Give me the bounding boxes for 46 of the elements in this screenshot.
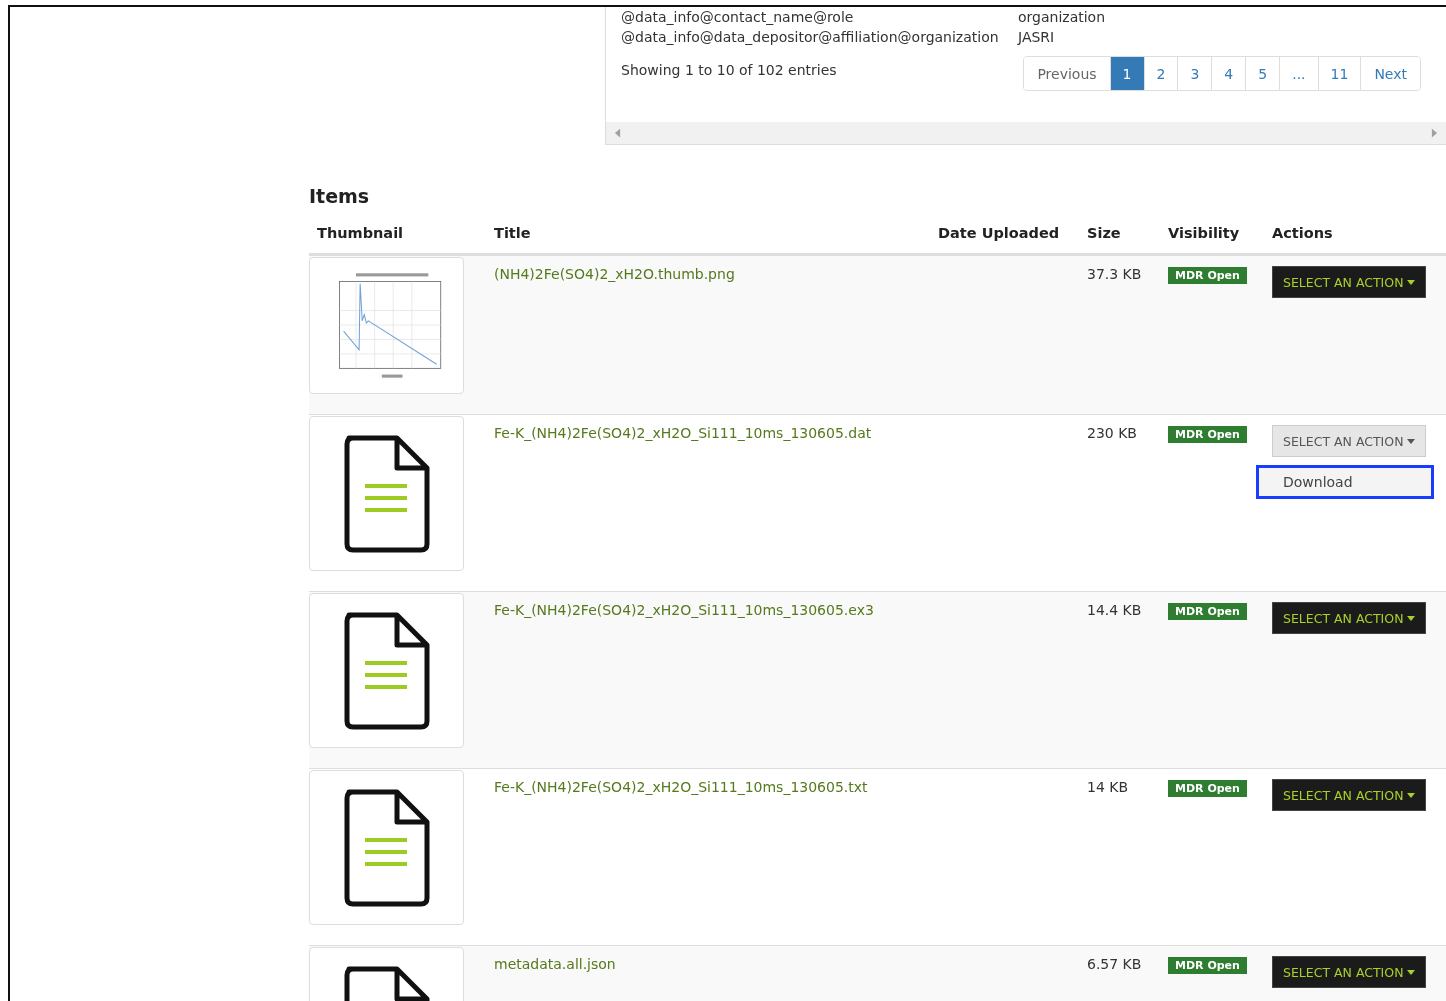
column-header: Date Uploaded: [937, 224, 1061, 243]
thumbnail[interactable]: [309, 593, 464, 748]
file-link[interactable]: (NH4)2Fe(SO4)2_xH2O.thumb.png: [494, 266, 735, 282]
metadata-value: organization: [1018, 8, 1107, 27]
file-link[interactable]: Fe-K_(NH4)2Fe(SO4)2_xH2O_Si111_10ms_130605.txt: [494, 779, 868, 795]
entries-info: Showing 1 to 10 of 102 entries: [621, 62, 837, 78]
metadata-value: JASRI: [1018, 28, 1056, 47]
caret-icon: [1407, 792, 1416, 798]
file-size: 230 KB: [1087, 425, 1137, 441]
action-dropdown[interactable]: SELECT AN ACTION: [1272, 956, 1427, 988]
action-dropdown[interactable]: SELECT AN ACTION: [1272, 425, 1427, 457]
file-link[interactable]: metadata.all.json: [494, 956, 616, 972]
caret-icon: [1407, 279, 1416, 285]
action-dropdown[interactable]: SELECT AN ACTION: [1272, 266, 1427, 298]
visibility-badge: MDR Open: [1168, 426, 1247, 443]
file-size: 37.3 KB: [1087, 266, 1142, 282]
column-header: Thumbnail: [316, 224, 405, 243]
document-icon: [342, 787, 431, 908]
thumbnail[interactable]: [309, 416, 464, 571]
metadata-key: @data_info@contact_name@role: [621, 7, 1018, 27]
pagination-button[interactable]: 1: [1109, 57, 1144, 90]
column-header: Title: [493, 224, 532, 243]
column-header: Size: [1086, 224, 1122, 243]
file-link[interactable]: Fe-K_(NH4)2Fe(SO4)2_xH2O_Si111_10ms_130605.ex3: [494, 602, 874, 618]
document-icon: [342, 610, 431, 731]
action-dropdown[interactable]: SELECT AN ACTION: [1272, 602, 1427, 634]
pagination-button[interactable]: Next: [1360, 57, 1420, 90]
column-header: Actions: [1271, 224, 1334, 243]
file-size: 6.57 KB: [1087, 956, 1142, 972]
visibility-badge: MDR Open: [1168, 267, 1247, 284]
metadata-key: @data_info@data_depositor@affiliation@organization: [621, 27, 1018, 47]
thumbnail[interactable]: [309, 257, 464, 394]
section-heading: Items: [309, 185, 371, 207]
column-header: Visibility: [1167, 224, 1241, 243]
file-link[interactable]: Fe-K_(NH4)2Fe(SO4)2_xH2O_Si111_10ms_130605.dat: [494, 425, 872, 441]
visibility-badge: MDR Open: [1168, 603, 1247, 620]
document-icon: [342, 433, 431, 554]
visibility-badge: MDR Open: [1168, 957, 1247, 974]
visibility-badge: MDR Open: [1168, 780, 1247, 797]
caret-icon: [1407, 615, 1416, 621]
action-dropdown[interactable]: SELECT AN ACTION: [1272, 779, 1427, 811]
caret-icon: [1407, 969, 1416, 975]
file-size: 14.4 KB: [1087, 602, 1142, 618]
caret-icon: [1407, 438, 1416, 444]
thumbnail[interactable]: [309, 770, 464, 925]
file-size: 14 KB: [1087, 779, 1129, 795]
